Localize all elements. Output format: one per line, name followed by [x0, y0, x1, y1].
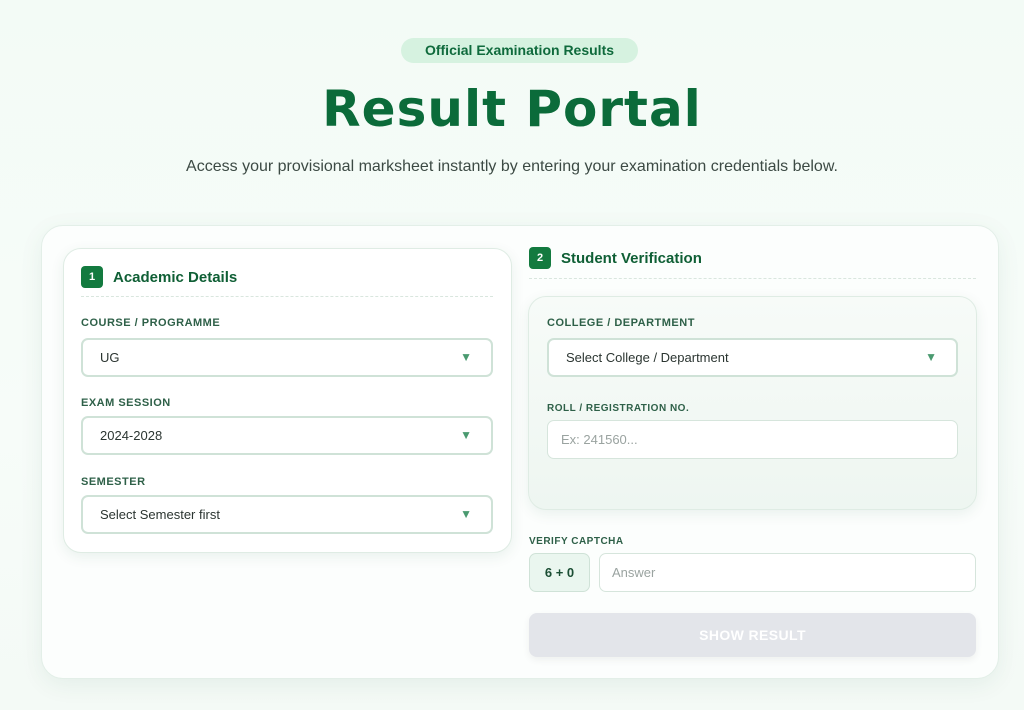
roll-number-placeholder: Ex: 241560... [561, 432, 638, 447]
roll-number-input[interactable]: Ex: 241560... [547, 420, 958, 459]
step-number-badge: 1 [81, 266, 103, 288]
college-label: COLLEGE / DEPARTMENT [547, 317, 695, 329]
exam-session-select-value: 2024-2028 [100, 428, 163, 443]
section-divider [529, 278, 976, 279]
step-number-badge: 2 [529, 247, 551, 269]
roll-number-label: ROLL / REGISTRATION NO. [547, 403, 690, 414]
chevron-down-icon: ▼ [925, 350, 937, 364]
official-results-badge: Official Examination Results [401, 38, 638, 63]
college-select-value: Select College / Department [566, 350, 729, 365]
section-title: Academic Details [113, 268, 238, 286]
exam-session-select[interactable]: 2024-2028 ▼ [81, 416, 493, 455]
page-title: Result Portal [322, 80, 702, 138]
student-verification-header: 2 Student Verification [529, 247, 702, 269]
chevron-down-icon: ▼ [460, 428, 472, 442]
section-divider [81, 296, 493, 297]
captcha-answer-input[interactable]: Answer [599, 553, 976, 592]
semester-label: SEMESTER [81, 476, 146, 488]
page-subtitle: Access your provisional marksheet instan… [186, 158, 838, 175]
show-result-button[interactable]: SHOW RESULT [529, 613, 976, 657]
college-select[interactable]: Select College / Department ▼ [547, 338, 958, 377]
captcha-question: 6 + 0 [529, 553, 590, 592]
section-title: Student Verification [561, 249, 702, 267]
chevron-down-icon: ▼ [460, 507, 472, 521]
chevron-down-icon: ▼ [460, 350, 472, 364]
exam-session-label: EXAM SESSION [81, 397, 171, 409]
course-select[interactable]: UG ▼ [81, 338, 493, 377]
captcha-answer-placeholder: Answer [612, 565, 656, 580]
semester-select-value: Select Semester first [100, 507, 220, 522]
course-select-value: UG [100, 350, 120, 365]
semester-select[interactable]: Select Semester first ▼ [81, 495, 493, 534]
course-label: COURSE / PROGRAMME [81, 317, 221, 329]
academic-details-header: 1 Academic Details [81, 266, 237, 288]
captcha-label: VERIFY CAPTCHA [529, 536, 624, 547]
